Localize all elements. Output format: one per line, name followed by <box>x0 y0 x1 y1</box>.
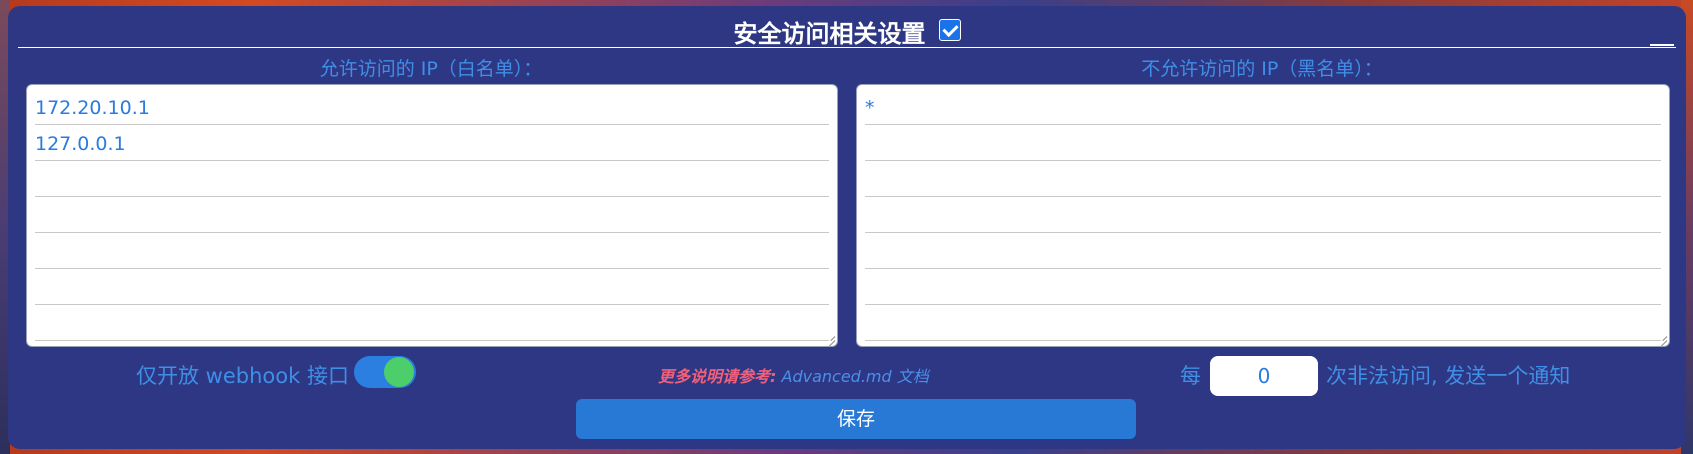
blacklist-line <box>865 125 1661 161</box>
whitelist-line: 127.0.0.1 <box>35 125 829 161</box>
header-divider <box>18 47 1676 48</box>
whitelist-line <box>35 197 829 233</box>
whitelist-line <box>35 269 829 305</box>
advanced-doc-link[interactable]: Advanced.md 文档 <box>782 367 929 386</box>
whitelist-label: 允许访问的 IP（白名单）： <box>319 58 543 80</box>
save-button[interactable]: 保存 <box>576 399 1136 439</box>
blacklist-line <box>865 233 1661 269</box>
blacklist-line <box>865 161 1661 197</box>
whitelist-line <box>35 305 829 341</box>
resize-handle-icon[interactable] <box>825 334 835 344</box>
whitelist-textarea[interactable]: 172.20.10.1 127.0.0.1 <box>26 84 838 347</box>
toggle-knob <box>384 357 414 387</box>
resize-handle-icon[interactable] <box>1657 334 1667 344</box>
blacklist-textarea[interactable]: * <box>856 84 1670 347</box>
options-row: 仅开放 webhook 接口 更多说明请参考: Advanced.md 文档 每… <box>8 352 1686 396</box>
blacklist-line: * <box>865 89 1661 125</box>
notify-threshold-input[interactable] <box>1210 356 1318 396</box>
notify-per-label: 每 <box>1180 364 1201 388</box>
minimize-icon[interactable] <box>1650 32 1674 46</box>
reference-note: 更多说明请参考: Advanced.md 文档 <box>658 363 929 387</box>
webhook-only-toggle[interactable] <box>354 356 416 388</box>
panel-title: 安全访问相关设置 <box>733 20 926 48</box>
whitelist-line <box>35 161 829 197</box>
enable-security-checkbox[interactable] <box>938 18 961 41</box>
blacklist-label: 不允许访问的 IP（黑名单）： <box>1141 58 1383 80</box>
whitelist-line <box>35 233 829 269</box>
blacklist-line <box>865 197 1661 233</box>
security-settings-panel: 安全访问相关设置 允许访问的 IP（白名单）： 不允许访问的 IP（黑名单）： … <box>8 6 1686 449</box>
webhook-only-label: 仅开放 webhook 接口 <box>136 364 349 388</box>
blacklist-line <box>865 269 1661 305</box>
notify-suffix-label: 次非法访问, 发送一个通知 <box>1326 364 1571 388</box>
whitelist-line: 172.20.10.1 <box>35 89 829 125</box>
blacklist-line <box>865 305 1661 341</box>
reference-prefix: 更多说明请参考: <box>658 367 777 386</box>
